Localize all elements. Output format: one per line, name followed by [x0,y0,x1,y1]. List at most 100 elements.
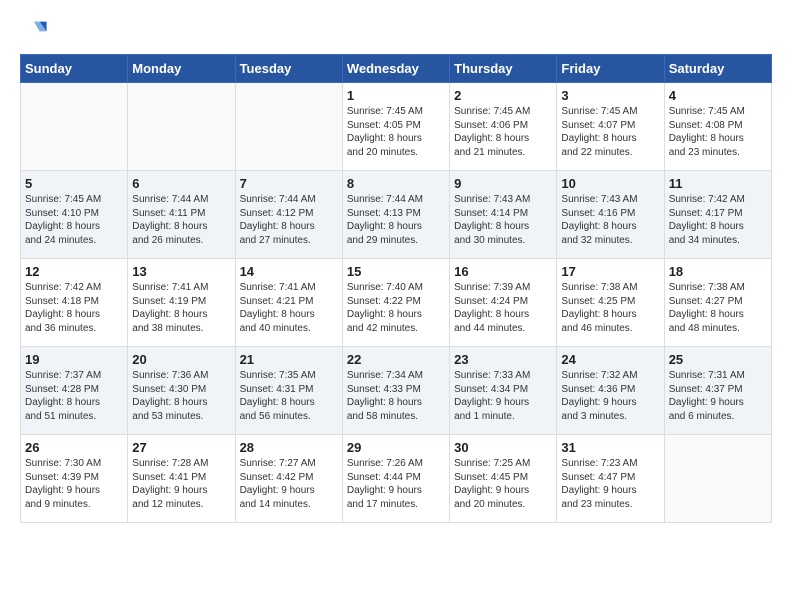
calendar-cell: 9 Sunrise: 7:43 AM Sunset: 4:14 PM Daylig… [450,171,557,259]
day-number: 15 [347,264,445,279]
day-info: Sunrise: 7:44 AM Sunset: 4:12 PM Dayligh… [240,193,338,247]
day-info: Sunrise: 7:45 AM Sunset: 4:10 PM Dayligh… [25,193,123,247]
week-row: 1Sunrise: 7:45 AM Sunset: 4:05 PM Daylig… [21,83,772,171]
day-info: Sunrise: 7:26 AM Sunset: 4:44 PM Dayligh… [347,457,445,511]
calendar-header: SundayMondayTuesdayWednesdayThursdayFrid… [21,55,772,83]
day-number: 2 [454,88,552,103]
day-info: Sunrise: 7:43 AM Sunset: 4:14 PM Dayligh… [454,193,552,247]
logo-icon [20,16,48,44]
header-cell-sunday: Sunday [21,55,128,83]
day-number: 16 [454,264,552,279]
calendar-cell: 7 Sunrise: 7:44 AM Sunset: 4:12 PM Daylig… [235,171,342,259]
day-number: 7 [240,176,338,191]
calendar-cell: 26Sunrise: 7:30 AM Sunset: 4:39 PM Dayli… [21,435,128,523]
day-number: 18 [669,264,767,279]
calendar-cell [235,83,342,171]
day-number: 21 [240,352,338,367]
day-number: 29 [347,440,445,455]
calendar-cell [128,83,235,171]
day-number: 27 [132,440,230,455]
header-row: SundayMondayTuesdayWednesdayThursdayFrid… [21,55,772,83]
calendar-cell: 21 Sunrise: 7:35 AM Sunset: 4:31 PM Dayli… [235,347,342,435]
day-info: Sunrise: 7:40 AM Sunset: 4:22 PM Dayligh… [347,281,445,335]
day-number: 10 [561,176,659,191]
day-number: 25 [669,352,767,367]
calendar-cell: 13Sunrise: 7:41 AM Sunset: 4:19 PM Dayli… [128,259,235,347]
calendar-cell: 14 Sunrise: 7:41 AM Sunset: 4:21 PM Dayli… [235,259,342,347]
day-info: Sunrise: 7:42 AM Sunset: 4:17 PM Dayligh… [669,193,767,247]
calendar-cell: 6 Sunrise: 7:44 AM Sunset: 4:11 PM Daylig… [128,171,235,259]
day-number: 5 [25,176,123,191]
calendar-cell: 16 Sunrise: 7:39 AM Sunset: 4:24 PM Dayli… [450,259,557,347]
calendar-cell: 18 Sunrise: 7:38 AM Sunset: 4:27 PM Dayli… [664,259,771,347]
header-cell-wednesday: Wednesday [342,55,449,83]
day-info: Sunrise: 7:36 AM Sunset: 4:30 PM Dayligh… [132,369,230,423]
header-cell-thursday: Thursday [450,55,557,83]
day-info: Sunrise: 7:44 AM Sunset: 4:11 PM Dayligh… [132,193,230,247]
day-info: Sunrise: 7:41 AM Sunset: 4:19 PM Dayligh… [132,281,230,335]
day-info: Sunrise: 7:37 AM Sunset: 4:28 PM Dayligh… [25,369,123,423]
calendar-cell [21,83,128,171]
day-info: Sunrise: 7:41 AM Sunset: 4:21 PM Dayligh… [240,281,338,335]
calendar-cell: 20 Sunrise: 7:36 AM Sunset: 4:30 PM Dayli… [128,347,235,435]
day-number: 17 [561,264,659,279]
day-number: 20 [132,352,230,367]
day-info: Sunrise: 7:42 AM Sunset: 4:18 PM Dayligh… [25,281,123,335]
calendar-cell: 1Sunrise: 7:45 AM Sunset: 4:05 PM Daylig… [342,83,449,171]
header-cell-friday: Friday [557,55,664,83]
day-number: 26 [25,440,123,455]
header-cell-saturday: Saturday [664,55,771,83]
calendar-cell: 10Sunrise: 7:43 AM Sunset: 4:16 PM Dayli… [557,171,664,259]
day-info: Sunrise: 7:27 AM Sunset: 4:42 PM Dayligh… [240,457,338,511]
day-number: 1 [347,88,445,103]
logo [20,16,52,44]
day-info: Sunrise: 7:33 AM Sunset: 4:34 PM Dayligh… [454,369,552,423]
day-number: 12 [25,264,123,279]
day-number: 8 [347,176,445,191]
day-info: Sunrise: 7:44 AM Sunset: 4:13 PM Dayligh… [347,193,445,247]
day-info: Sunrise: 7:28 AM Sunset: 4:41 PM Dayligh… [132,457,230,511]
day-number: 4 [669,88,767,103]
day-info: Sunrise: 7:34 AM Sunset: 4:33 PM Dayligh… [347,369,445,423]
page: SundayMondayTuesdayWednesdayThursdayFrid… [0,0,792,543]
day-info: Sunrise: 7:45 AM Sunset: 4:07 PM Dayligh… [561,105,659,159]
calendar-cell: 3 Sunrise: 7:45 AM Sunset: 4:07 PM Daylig… [557,83,664,171]
calendar-cell: 11 Sunrise: 7:42 AM Sunset: 4:17 PM Dayli… [664,171,771,259]
calendar-cell: 24Sunrise: 7:32 AM Sunset: 4:36 PM Dayli… [557,347,664,435]
day-info: Sunrise: 7:35 AM Sunset: 4:31 PM Dayligh… [240,369,338,423]
day-number: 9 [454,176,552,191]
calendar-body: 1Sunrise: 7:45 AM Sunset: 4:05 PM Daylig… [21,83,772,523]
week-row: 26Sunrise: 7:30 AM Sunset: 4:39 PM Dayli… [21,435,772,523]
day-info: Sunrise: 7:38 AM Sunset: 4:25 PM Dayligh… [561,281,659,335]
day-number: 3 [561,88,659,103]
week-row: 19Sunrise: 7:37 AM Sunset: 4:28 PM Dayli… [21,347,772,435]
day-number: 22 [347,352,445,367]
calendar-cell: 23 Sunrise: 7:33 AM Sunset: 4:34 PM Dayli… [450,347,557,435]
calendar-cell: 28 Sunrise: 7:27 AM Sunset: 4:42 PM Dayli… [235,435,342,523]
day-info: Sunrise: 7:45 AM Sunset: 4:08 PM Dayligh… [669,105,767,159]
day-number: 6 [132,176,230,191]
day-number: 23 [454,352,552,367]
day-info: Sunrise: 7:23 AM Sunset: 4:47 PM Dayligh… [561,457,659,511]
day-number: 31 [561,440,659,455]
calendar-cell: 29 Sunrise: 7:26 AM Sunset: 4:44 PM Dayli… [342,435,449,523]
week-row: 5 Sunrise: 7:45 AM Sunset: 4:10 PM Daylig… [21,171,772,259]
day-info: Sunrise: 7:39 AM Sunset: 4:24 PM Dayligh… [454,281,552,335]
day-number: 14 [240,264,338,279]
calendar-cell: 12 Sunrise: 7:42 AM Sunset: 4:18 PM Dayli… [21,259,128,347]
header-cell-tuesday: Tuesday [235,55,342,83]
day-info: Sunrise: 7:38 AM Sunset: 4:27 PM Dayligh… [669,281,767,335]
day-number: 11 [669,176,767,191]
calendar-cell: 19Sunrise: 7:37 AM Sunset: 4:28 PM Dayli… [21,347,128,435]
header [20,16,772,44]
calendar-cell: 5 Sunrise: 7:45 AM Sunset: 4:10 PM Daylig… [21,171,128,259]
calendar-cell: 17 Sunrise: 7:38 AM Sunset: 4:25 PM Dayli… [557,259,664,347]
calendar-cell: 30Sunrise: 7:25 AM Sunset: 4:45 PM Dayli… [450,435,557,523]
day-info: Sunrise: 7:31 AM Sunset: 4:37 PM Dayligh… [669,369,767,423]
header-cell-monday: Monday [128,55,235,83]
day-info: Sunrise: 7:45 AM Sunset: 4:06 PM Dayligh… [454,105,552,159]
calendar-cell: 27 Sunrise: 7:28 AM Sunset: 4:41 PM Dayli… [128,435,235,523]
day-number: 30 [454,440,552,455]
day-info: Sunrise: 7:32 AM Sunset: 4:36 PM Dayligh… [561,369,659,423]
day-number: 28 [240,440,338,455]
